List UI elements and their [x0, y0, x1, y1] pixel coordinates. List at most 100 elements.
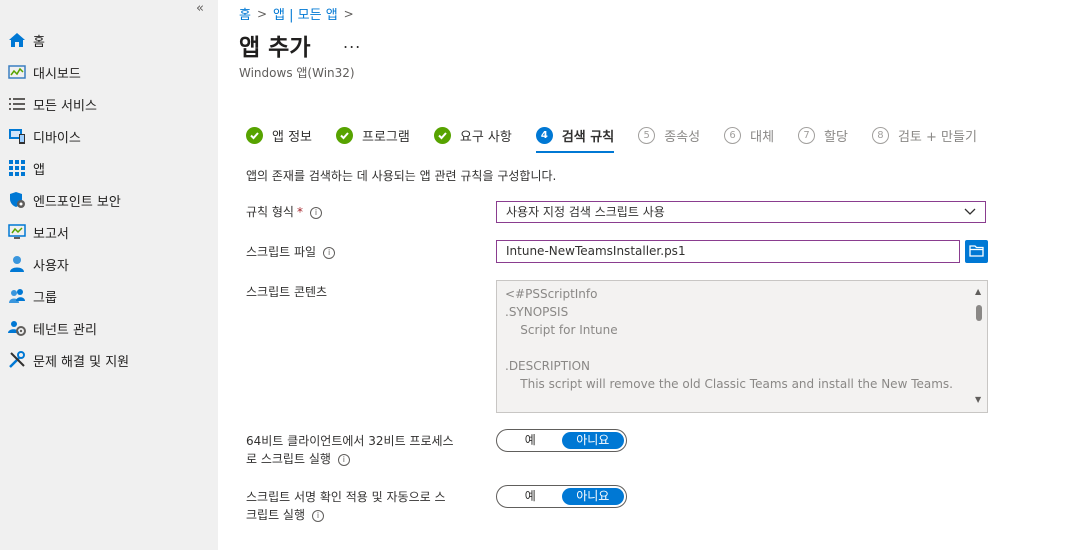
- sidebar-item-reports[interactable]: 보고서: [0, 216, 218, 248]
- run-32bit-toggle[interactable]: 예 아니요: [496, 429, 627, 452]
- rule-type-label-text: 규칙 형식: [246, 205, 294, 219]
- browse-file-button[interactable]: [965, 240, 988, 263]
- step-detection-rules[interactable]: 4 검색 규칙: [535, 124, 615, 153]
- step-assignments[interactable]: 7 할당: [798, 124, 848, 146]
- page-subtitle: Windows 앱(Win32): [239, 66, 355, 80]
- script-content-lines: <#PSScriptInfo .SYNOPSIS Script for Intun…: [505, 285, 953, 393]
- sidebar-item-label: 테넌트 관리: [33, 322, 97, 338]
- sidebar-item-label: 엔드포인트 보안: [33, 194, 121, 210]
- code-line: .SYNOPSIS: [505, 305, 569, 319]
- step-dependencies[interactable]: 5 종속성: [638, 124, 700, 146]
- report-icon: [7, 222, 27, 242]
- info-icon[interactable]: i: [309, 206, 322, 219]
- info-icon[interactable]: i: [337, 453, 350, 466]
- signature-check-toggle[interactable]: 예 아니요: [496, 485, 627, 508]
- sidebar-item-groups[interactable]: 그룹: [0, 280, 218, 312]
- check-icon: [433, 126, 451, 144]
- step-number: 8: [871, 126, 889, 144]
- breadcrumb-apps[interactable]: 앱 | 모든 앱: [273, 4, 338, 23]
- step-label: 앱 정보: [272, 129, 313, 145]
- code-line: <#PSScriptInfo: [505, 287, 598, 301]
- run-32bit-yes-option[interactable]: 예: [499, 432, 562, 449]
- sidebar-item-tenant-admin[interactable]: 테넌트 관리: [0, 312, 218, 344]
- signature-check-no-option[interactable]: 아니요: [561, 488, 624, 505]
- rule-type-value: 사용자 지정 검색 스크립트 사용: [506, 205, 665, 219]
- signature-check-yes-option[interactable]: 예: [499, 488, 562, 505]
- check-icon: [336, 126, 354, 144]
- dashboard-icon: [7, 62, 27, 82]
- step-app-info[interactable]: 앱 정보: [246, 124, 312, 146]
- step-requirements[interactable]: 요구 사항: [433, 124, 512, 146]
- sidebar-item-devices[interactable]: 디바이스: [0, 120, 218, 152]
- step-label: 요구 사항: [459, 129, 512, 145]
- section-description: 앱의 존재를 검색하는 데 사용되는 앱 관련 규칙을 구성합니다.: [246, 169, 557, 183]
- script-content-textarea[interactable]: <#PSScriptInfo .SYNOPSIS Script for Intun…: [496, 280, 988, 413]
- step-label: 검색 규칙: [561, 129, 615, 145]
- code-line: ​: [505, 339, 953, 357]
- run-32bit-label: 64비트 클라이언트에서 32비트 프로세스 로 스크립트 실행 i: [246, 432, 454, 468]
- run-32bit-no-option[interactable]: 아니요: [561, 432, 624, 449]
- wizard-steps: 앱 정보 프로그램 요구 사항 4 검색 규칙 5 종속성 6 대체 7 할당 …: [246, 124, 1001, 158]
- device-icon: [7, 126, 27, 146]
- main-content: 홈 > 앱 | 모든 앱 > 앱 추가 ... Windows 앱(Win32)…: [218, 0, 1065, 550]
- code-line: Script for Intune: [505, 323, 618, 337]
- sidebar-item-apps[interactable]: 앱: [0, 152, 218, 184]
- run-32bit-label-line1: 64비트 클라이언트에서 32비트 프로세스: [246, 434, 454, 448]
- user-icon: [7, 254, 27, 274]
- scroll-down-arrow-icon[interactable]: ▼: [975, 395, 981, 404]
- step-label: 할당: [824, 129, 848, 145]
- signature-check-label-line2: 크립트 실행: [246, 508, 306, 522]
- script-file-label-text: 스크립트 파일: [246, 245, 317, 259]
- step-label: 검토 + 만들기: [897, 129, 977, 145]
- sidebar-item-label: 그룹: [33, 290, 57, 306]
- step-supersedence[interactable]: 6 대체: [724, 124, 774, 146]
- step-review-create[interactable]: 8 검토 + 만들기: [871, 124, 977, 146]
- sidebar-nav: 홈 대시보드 모든 서비스 디바이스 앱 엔드포인트 보안 보고서 사용자 그룹…: [0, 24, 218, 376]
- run-32bit-label-line2: 로 스크립트 실행: [246, 452, 331, 466]
- sidebar-item-home[interactable]: 홈: [0, 24, 218, 56]
- sidebar-item-label: 대시보드: [33, 66, 81, 82]
- breadcrumb-home[interactable]: 홈: [239, 4, 251, 23]
- tools-icon: [7, 350, 27, 370]
- step-number: 5: [638, 126, 656, 144]
- sidebar-item-label: 디바이스: [33, 130, 81, 146]
- sidebar-item-troubleshooting[interactable]: 문제 해결 및 지원: [0, 344, 218, 376]
- home-icon: [7, 30, 27, 50]
- step-number: 4: [535, 126, 553, 144]
- script-content-label: 스크립트 콘텐츠: [246, 285, 328, 299]
- chevron-down-icon: [963, 205, 977, 225]
- step-label: 프로그램: [362, 129, 410, 145]
- tenant-gear-icon: [7, 318, 27, 338]
- scroll-up-arrow-icon[interactable]: ▲: [975, 287, 981, 296]
- step-label: 대체: [750, 129, 775, 145]
- breadcrumb: 홈 > 앱 | 모든 앱 >: [239, 4, 354, 24]
- info-icon[interactable]: i: [312, 509, 325, 522]
- sidebar-item-all-services[interactable]: 모든 서비스: [0, 88, 218, 120]
- sidebar-item-dashboard[interactable]: 대시보드: [0, 56, 218, 88]
- apps-grid-icon: [7, 158, 27, 178]
- textarea-scrollbar[interactable]: ▲ ▼: [971, 281, 987, 412]
- required-marker: *: [296, 205, 303, 219]
- sidebar-item-label: 홈: [33, 34, 45, 50]
- rule-type-label: 규칙 형식 * i: [246, 203, 322, 221]
- more-options-button[interactable]: ...: [343, 33, 361, 52]
- step-program[interactable]: 프로그램: [336, 124, 410, 146]
- group-icon: [7, 286, 27, 306]
- sidebar-item-endpoint-security[interactable]: 엔드포인트 보안: [0, 184, 218, 216]
- step-number: 7: [798, 126, 816, 144]
- info-icon[interactable]: i: [323, 246, 336, 259]
- sidebar-item-label: 문제 해결 및 지원: [33, 354, 130, 370]
- check-icon: [246, 126, 263, 144]
- sidebar-item-users[interactable]: 사용자: [0, 248, 218, 280]
- signature-check-label-line1: 스크립트 서명 확인 적용 및 자동으로 스: [246, 490, 446, 504]
- step-label: 종속성: [664, 129, 701, 145]
- collapse-sidebar-icon[interactable]: «: [196, 1, 204, 16]
- sidebar: « 홈 대시보드 모든 서비스 디바이스 앱 엔드포인트 보안 보고서 사용자 …: [0, 0, 218, 550]
- script-file-input[interactable]: Intune-NewTeamsInstaller.ps1: [496, 240, 960, 263]
- sidebar-item-label: 모든 서비스: [33, 98, 97, 114]
- chevron-right-icon: >: [343, 6, 354, 21]
- scroll-thumb[interactable]: [976, 305, 982, 321]
- code-line: .DESCRIPTION: [505, 359, 591, 373]
- list-icon: [7, 94, 27, 114]
- rule-type-dropdown[interactable]: 사용자 지정 검색 스크립트 사용: [496, 201, 986, 223]
